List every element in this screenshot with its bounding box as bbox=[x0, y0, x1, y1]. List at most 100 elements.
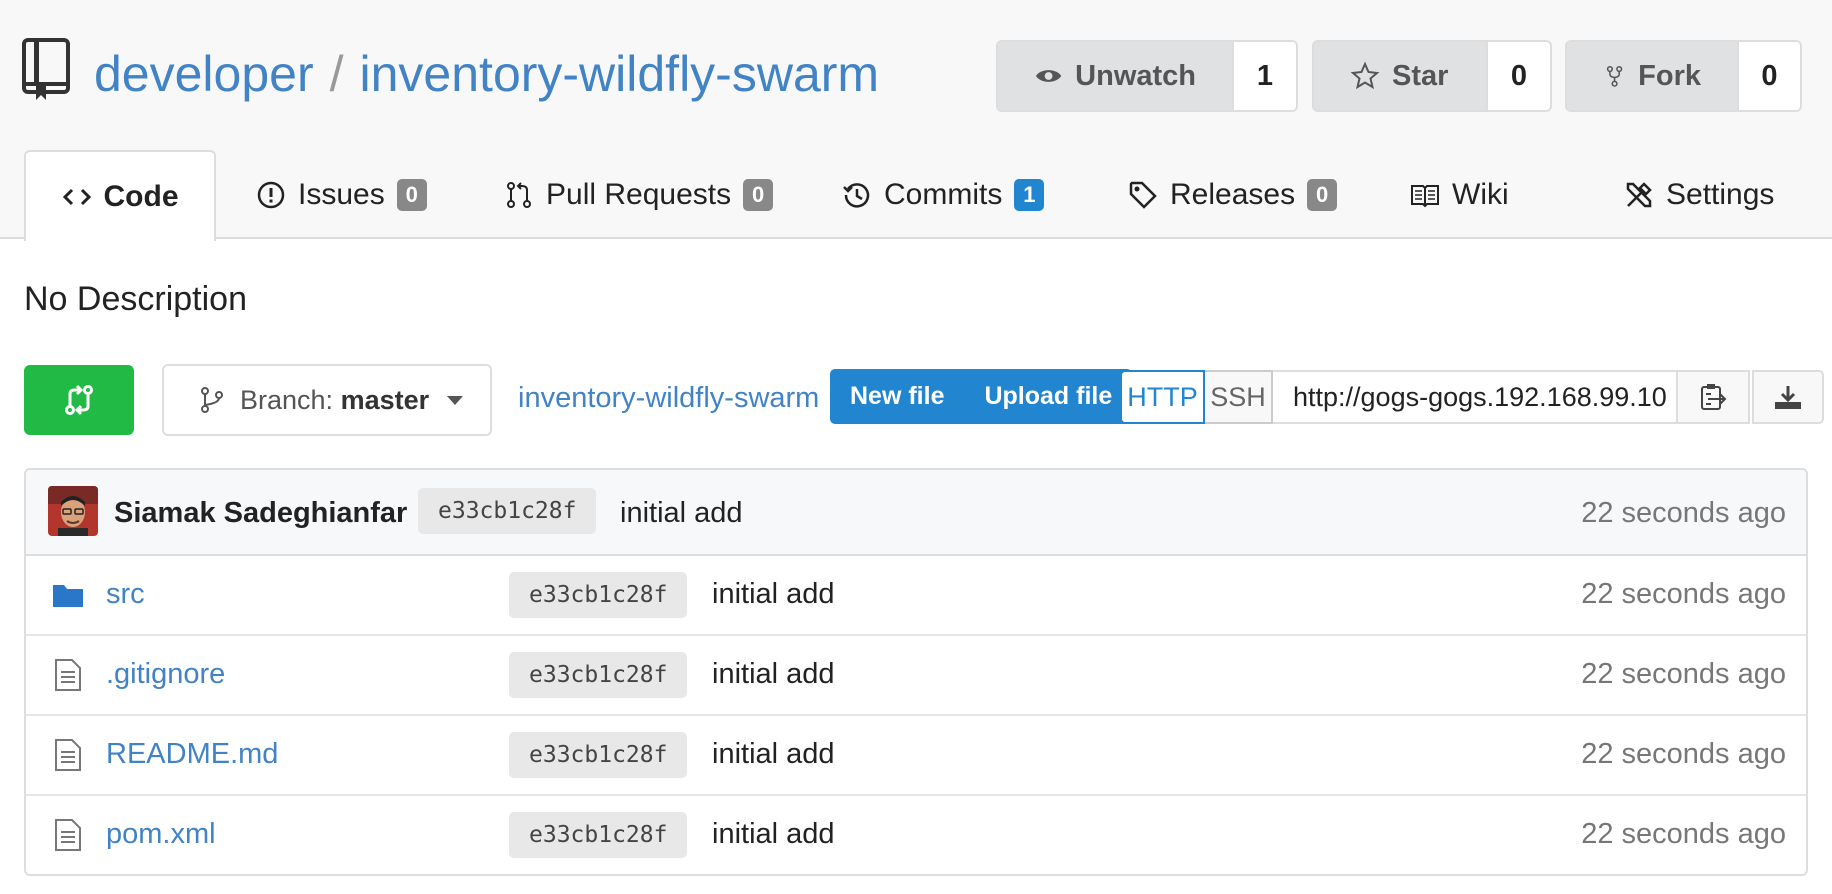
download-button[interactable] bbox=[1752, 370, 1824, 424]
file-actions: New file Upload file bbox=[830, 369, 1133, 424]
upload-file-button[interactable]: Upload file bbox=[964, 369, 1133, 424]
eye-icon bbox=[1035, 70, 1062, 82]
tab-releases[interactable]: Releases 0 bbox=[1128, 150, 1338, 239]
branch-prefix: Branch: bbox=[240, 384, 334, 415]
commit-author[interactable]: Siamak Sadeghianfar bbox=[114, 497, 407, 530]
code-icon bbox=[62, 188, 91, 205]
repo-breadcrumb-link[interactable]: inventory-wildfly-swarm bbox=[518, 382, 819, 415]
tab-settings-label: Settings bbox=[1666, 177, 1775, 211]
copy-url-button[interactable] bbox=[1678, 370, 1750, 424]
repo-title: developer / inventory-wildfly-swarm bbox=[94, 42, 879, 106]
repo-description: No Description bbox=[24, 280, 247, 318]
commit-sha-button[interactable]: e33cb1c28f bbox=[418, 488, 597, 534]
folder-icon bbox=[53, 585, 83, 607]
book-icon bbox=[1411, 184, 1439, 207]
file-commit-message: initial add bbox=[712, 578, 835, 610]
compare-icon bbox=[65, 384, 93, 416]
file-commit-time: 22 seconds ago bbox=[1581, 578, 1786, 610]
chevron-down-icon bbox=[447, 395, 464, 405]
download-icon bbox=[1775, 386, 1801, 409]
tab-releases-label: Releases bbox=[1170, 177, 1296, 211]
file-icon bbox=[55, 739, 81, 771]
avatar[interactable] bbox=[48, 486, 98, 536]
file-name-link[interactable]: src bbox=[106, 578, 145, 611]
star-count[interactable]: 0 bbox=[1486, 42, 1550, 110]
table-row[interactable]: .gitignore e33cb1c28f initial add 22 sec… bbox=[26, 636, 1806, 716]
table-row[interactable]: src e33cb1c28f initial add 22 seconds ag… bbox=[26, 556, 1806, 636]
table-row[interactable]: README.md e33cb1c28f initial add 22 seco… bbox=[26, 716, 1806, 796]
fork-count[interactable]: 0 bbox=[1737, 42, 1800, 110]
file-commit-sha[interactable]: e33cb1c28f bbox=[509, 572, 688, 618]
latest-commit-header: Siamak Sadeghianfar e33cb1c28f initial a… bbox=[26, 470, 1806, 556]
branch-selector[interactable]: Branch: master bbox=[162, 364, 492, 436]
file-name-link[interactable]: .gitignore bbox=[106, 658, 225, 691]
http-clone-button[interactable]: HTTP bbox=[1120, 370, 1205, 424]
file-commit-time: 22 seconds ago bbox=[1581, 818, 1786, 850]
tab-commits-label: Commits bbox=[884, 177, 1003, 211]
tab-code-label: Code bbox=[103, 179, 179, 213]
file-commit-time: 22 seconds ago bbox=[1581, 738, 1786, 770]
star-icon bbox=[1350, 61, 1380, 90]
tab-wiki-label: Wiki bbox=[1452, 177, 1509, 211]
tab-code[interactable]: Code bbox=[24, 150, 216, 241]
history-icon bbox=[843, 182, 870, 208]
fork-icon bbox=[1606, 65, 1623, 87]
star-label: Star bbox=[1392, 59, 1449, 92]
repo-tabs: Code Issues 0 Pull Requests 0 Commits 1 … bbox=[0, 150, 1832, 241]
watch-count[interactable]: 1 bbox=[1232, 42, 1296, 110]
issue-icon bbox=[257, 181, 285, 208]
star-button[interactable]: Star 0 bbox=[1312, 40, 1552, 112]
fork-label: Fork bbox=[1638, 59, 1701, 92]
commit-message: initial add bbox=[620, 497, 743, 529]
file-commit-sha[interactable]: e33cb1c28f bbox=[509, 812, 688, 858]
file-commit-time: 22 seconds ago bbox=[1581, 658, 1786, 690]
file-commit-message: initial add bbox=[712, 738, 835, 770]
file-name-link[interactable]: pom.xml bbox=[106, 818, 216, 851]
watch-button[interactable]: Unwatch 1 bbox=[996, 40, 1298, 112]
watch-label-area[interactable]: Unwatch bbox=[998, 42, 1232, 110]
file-table: Siamak Sadeghianfar e33cb1c28f initial a… bbox=[24, 468, 1808, 876]
tools-icon bbox=[1626, 181, 1652, 207]
file-name-link[interactable]: README.md bbox=[106, 738, 278, 771]
table-row[interactable]: pom.xml e33cb1c28f initial add 22 second… bbox=[26, 796, 1806, 874]
tab-issues-label: Issues bbox=[298, 177, 385, 211]
file-commit-sha[interactable]: e33cb1c28f bbox=[509, 652, 688, 698]
releases-count-badge: 0 bbox=[1307, 178, 1338, 211]
file-icon bbox=[55, 659, 81, 691]
tab-settings[interactable]: Settings bbox=[1624, 150, 1774, 239]
tab-issues[interactable]: Issues 0 bbox=[256, 150, 427, 239]
fork-button[interactable]: Fork 0 bbox=[1565, 40, 1802, 112]
star-label-area[interactable]: Star bbox=[1314, 42, 1486, 110]
branch-name: master bbox=[340, 384, 430, 415]
tab-pull-requests-label: Pull Requests bbox=[546, 177, 732, 211]
repo-book-icon bbox=[22, 38, 70, 100]
clipboard-icon bbox=[1701, 384, 1727, 410]
branch-label: Branch: master bbox=[240, 385, 429, 416]
commit-time: 22 seconds ago bbox=[1581, 497, 1786, 529]
commits-count-badge: 1 bbox=[1014, 178, 1045, 211]
watch-label: Unwatch bbox=[1075, 59, 1196, 92]
file-commit-sha[interactable]: e33cb1c28f bbox=[509, 732, 688, 778]
new-file-button[interactable]: New file bbox=[830, 369, 965, 424]
compare-button[interactable] bbox=[24, 365, 134, 435]
file-icon bbox=[55, 819, 81, 851]
file-commit-message: initial add bbox=[712, 818, 835, 850]
ssh-clone-button[interactable]: SSH bbox=[1205, 370, 1273, 424]
file-commit-message: initial add bbox=[712, 658, 835, 690]
tag-icon bbox=[1129, 181, 1157, 209]
avatar-image bbox=[48, 486, 98, 536]
pull-request-icon bbox=[507, 181, 531, 208]
fork-label-area[interactable]: Fork bbox=[1567, 42, 1737, 110]
repo-header: developer / inventory-wildfly-swarm Unwatc… bbox=[0, 0, 1832, 241]
issues-count-badge: 0 bbox=[396, 178, 427, 211]
tab-commits[interactable]: Commits 1 bbox=[842, 150, 1045, 239]
repo-owner-link[interactable]: developer bbox=[94, 46, 314, 102]
repo-name-link[interactable]: inventory-wildfly-swarm bbox=[360, 46, 880, 102]
tab-pull-requests[interactable]: Pull Requests 0 bbox=[504, 150, 774, 239]
pull-requests-count-badge: 0 bbox=[743, 178, 774, 211]
branch-icon bbox=[201, 387, 223, 413]
repo-title-separator: / bbox=[329, 46, 344, 102]
clone-panel: HTTP SSH http://gogs-gogs.192.168.99.10 bbox=[1120, 370, 1824, 424]
tab-wiki[interactable]: Wiki bbox=[1410, 150, 1509, 239]
clone-url-input[interactable]: http://gogs-gogs.192.168.99.10 bbox=[1273, 370, 1678, 424]
